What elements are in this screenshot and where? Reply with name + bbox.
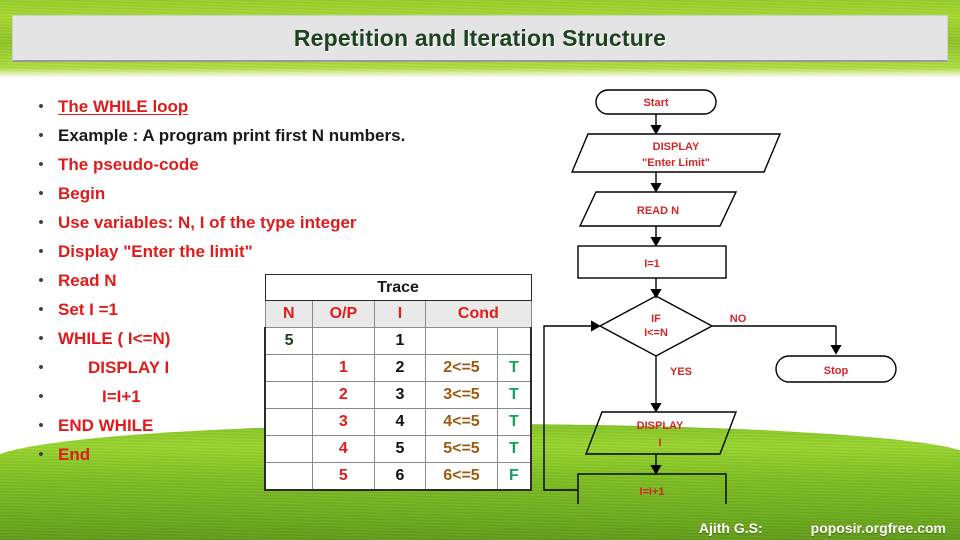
cell-op: 4 [312,435,375,463]
cell-truth: F [496,462,532,491]
bullet-text-while-loop: The WHILE loop [58,97,189,116]
bullet-text-while-condition: WHILE ( I<=N) [58,329,171,348]
cell-i: 5 [373,435,427,463]
cell-i: 6 [373,462,427,491]
list-item: • Use variables: N, I of the type intege… [24,208,494,237]
bullet-text-begin: Begin [58,184,106,203]
flow-label-display-i-1: DISPLAY [637,420,684,432]
flow-label-display-limit-1: DISPLAY [653,141,700,153]
page-title: Repetition and Iteration Structure [293,24,667,51]
bullet-text-pseudo-code: The pseudo-code [58,155,199,174]
cell-n: 5 [264,327,314,355]
flow-label-decision-2: I<=N [644,327,668,339]
bullet-marker-icon: • [38,272,44,289]
list-item: • The pseudo-code [24,150,494,179]
flow-decision-shape [598,295,714,357]
table-row: 3 4 4<=5 T [264,408,532,436]
flow-label-display-limit-2: "Enter Limit" [642,157,710,169]
bullet-text-set-i: Set I =1 [58,300,119,319]
flow-label-read-n: READ N [637,205,679,217]
flowchart-diagram: Start DISPLAY "Enter Limit" READ N I=1 I… [540,84,960,504]
bullet-marker-icon: • [38,330,44,347]
bullet-marker-icon: • [38,98,44,115]
footer-website: poposir.orgfree.com [810,520,946,536]
flow-label-decision-1: IF [651,313,661,325]
footer: Ajith G.S: poposir.orgfree.com [0,520,960,536]
cell-cond [425,327,498,355]
cell-i: 3 [373,381,427,409]
flowchart-labels: Start DISPLAY "Enter Limit" READ N I=1 I… [637,97,849,498]
footer-author: Ajith G.S: [698,520,763,536]
flow-label-start: Start [643,97,668,109]
cell-truth: T [496,354,532,382]
cell-op: 3 [312,408,375,436]
column-header-op: O/P [312,300,375,328]
table-title-row: Trace [264,274,532,301]
flow-label-display-i-2: I [658,437,661,449]
cell-truth: T [496,435,532,463]
cell-n [264,462,314,491]
slide-canvas: Repetition and Iteration Structure • The… [0,0,960,540]
bullet-text-read-n: Read N [58,271,117,290]
table-header-row: N O/P I Cond [264,300,532,328]
table-row: 5 1 [264,327,532,355]
bullet-text-end-while: END WHILE [58,416,154,435]
trace-table-title: Trace [264,274,532,301]
cell-truth: T [496,408,532,436]
flow-label-init-i: I=1 [644,258,660,270]
flow-label-increment: I=I+1 [639,486,664,498]
flow-label-no: NO [730,313,747,325]
cell-cond: 6<=5 [425,462,498,491]
bullet-text-display-i: DISPLAY I [88,358,170,377]
cell-op: 5 [312,462,375,491]
bullet-marker-icon: • [38,127,44,144]
bullet-text-end: End [58,445,91,464]
cell-cond: 2<=5 [425,354,498,382]
cell-n [264,435,314,463]
cell-cond: 5<=5 [425,435,498,463]
cell-truth: T [496,381,532,409]
bullet-marker-icon: • [38,156,44,173]
bullet-text-display-limit: Display "Enter the limit" [58,242,253,261]
bullet-marker-icon: • [38,359,44,376]
bullet-text-use-variables: Use variables: N, I of the type integer [58,213,357,232]
table-row: 5 6 6<=5 F [264,462,532,491]
cell-op [312,327,375,355]
table-row: 1 2 2<=5 T [264,354,532,382]
bullet-marker-icon: • [38,243,44,260]
trace-table: Trace N O/P I Cond 5 1 1 2 2<=5 T 2 3 3<… [264,274,532,491]
list-item: • The WHILE loop [24,92,494,121]
flow-label-stop: Stop [824,365,849,377]
bullet-marker-icon: • [38,185,44,202]
bullet-text-example: Example : A program print first N number… [58,126,406,145]
bullet-marker-icon: • [38,301,44,318]
cell-i: 2 [373,354,427,382]
cell-i: 1 [373,327,427,355]
column-header-n: N [264,300,314,328]
flow-label-yes: YES [670,366,692,378]
cell-op: 2 [312,381,375,409]
list-item: • Begin [24,179,494,208]
column-header-i: I [373,300,427,328]
cell-cond: 3<=5 [425,381,498,409]
list-item: • Example : A program print first N numb… [24,121,494,150]
bullet-marker-icon: • [38,446,44,463]
table-row: 4 5 5<=5 T [264,435,532,463]
bullet-marker-icon: • [38,417,44,434]
table-row: 2 3 3<=5 T [264,381,532,409]
cell-n [264,354,314,382]
column-header-cond: Cond [425,300,532,328]
title-plate: Repetition and Iteration Structure [12,15,948,62]
bullet-marker-icon: • [38,388,44,405]
bullet-marker-icon: • [38,214,44,231]
cell-op: 1 [312,354,375,382]
cell-n [264,408,314,436]
cell-i: 4 [373,408,427,436]
bullet-text-increment-i: I=I+1 [102,387,141,406]
list-item: • Display "Enter the limit" [24,237,494,266]
cell-n [264,381,314,409]
cell-cond: 4<=5 [425,408,498,436]
cell-truth [496,327,532,355]
